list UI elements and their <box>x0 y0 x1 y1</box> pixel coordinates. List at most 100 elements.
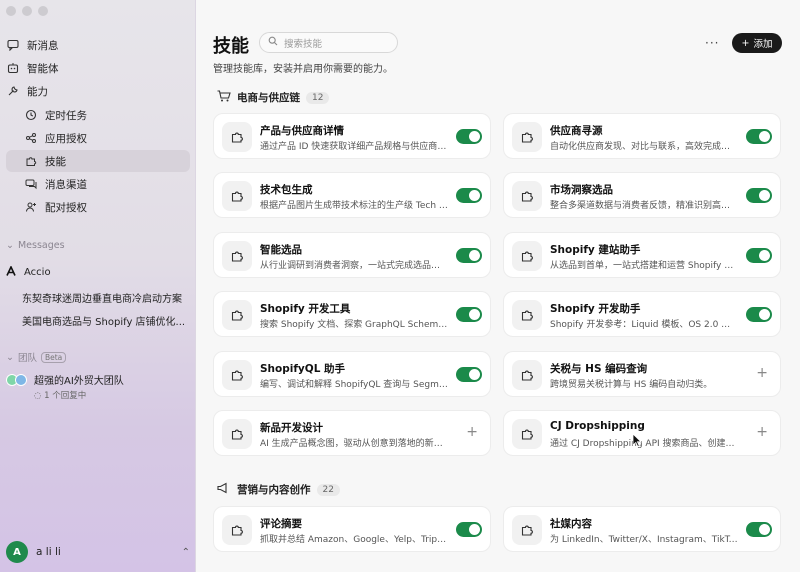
nav-message-channels[interactable]: 消息渠道 <box>6 173 190 195</box>
team-item[interactable]: 超强的AI外贸大团队 ◌ 1 个回复中 <box>6 372 124 401</box>
wrench-icon <box>6 84 20 98</box>
category-header-ecommerce: 电商与供应链 12 <box>217 90 330 105</box>
puzzle-icon <box>222 122 252 152</box>
team-avatar-icon <box>6 374 28 388</box>
chevron-down-icon: ⌄ <box>6 240 14 251</box>
category-count: 22 <box>316 483 340 496</box>
skill-name: 关税与 HS 编码查询 <box>550 363 648 375</box>
skill-enabled-toggle[interactable] <box>456 522 482 537</box>
skill-name: 智能选品 <box>260 244 302 256</box>
team-status: ◌ 1 个回复中 <box>34 391 87 401</box>
skill-card[interactable]: 供应商寻源 自动化供应商发现、对比与联系，高效完成产... <box>503 113 781 159</box>
search-input[interactable]: 搜索技能 <box>259 32 398 53</box>
nav-agents[interactable]: 智能体 <box>6 57 190 79</box>
puzzle-icon <box>512 419 542 449</box>
puzzle-icon <box>24 154 38 168</box>
close-window-button[interactable] <box>6 6 16 16</box>
skill-description: 通过产品 ID 快速获取详细产品规格与供应商信... <box>260 142 448 152</box>
skill-description: 编写、调试和解释 ShopifyQL 查询与 Segmen... <box>260 380 448 390</box>
skill-card[interactable]: 技术包生成 根据产品图片生成带技术标注的生产级 Tech P... <box>213 172 491 218</box>
skill-name: Shopify 开发助手 <box>550 303 641 315</box>
team-name: 超强的AI外贸大团队 <box>34 376 124 387</box>
skill-description: Shopify 开发参考：Liquid 模板、OS 2.0 主题... <box>550 320 738 330</box>
avatar: A <box>6 541 28 563</box>
skill-name: 市场洞察选品 <box>550 184 613 196</box>
skill-enabled-toggle[interactable] <box>746 307 772 322</box>
puzzle-icon <box>222 300 252 330</box>
skill-card[interactable]: 市场洞察选品整合多渠道数据与消费者反馈，精准识别高潜... <box>503 172 781 218</box>
messages-section-header[interactable]: ⌄ Messages <box>6 240 65 251</box>
sidebar: 新消息 智能体 能力 定时任务 应用授权 技能 消息渠道 配对授权 ⌄ Mess… <box>0 0 196 572</box>
nav-label: 应用授权 <box>45 132 87 145</box>
message-item-accio[interactable]: Accio <box>6 264 190 279</box>
skill-card[interactable]: CJ Dropshipping 通过 CJ Dropshipping API 搜索… <box>503 410 781 456</box>
skill-card[interactable]: 新品开发设计 AI 生成产品概念图，驱动从创意到落地的新品... + <box>213 410 491 456</box>
skill-name: 产品与供应商详情 <box>260 125 344 137</box>
skill-card[interactable]: 评论摘要 抓取并总结 Amazon、Google、Yelp、TripAd... <box>213 506 491 552</box>
skill-card[interactable]: 关税与 HS 编码查询跨境贸易关税计算与 HS 编码自动归类。 + <box>503 351 781 397</box>
skill-description: 为 LinkedIn、Twitter/X、Instagram、TikTok... <box>550 535 738 545</box>
nav-label: 能力 <box>27 85 48 98</box>
skill-description: 通过 CJ Dropshipping API 搜索商品、创建订单... <box>550 439 738 449</box>
category-header-marketing: 营销与内容创作 22 <box>217 482 340 497</box>
search-icon <box>268 36 278 49</box>
add-button[interactable]: + 添加 <box>732 33 782 53</box>
install-skill-button[interactable]: + <box>466 424 478 440</box>
nav-skills[interactable]: 技能 <box>6 150 190 172</box>
skill-enabled-toggle[interactable] <box>456 129 482 144</box>
nav-new-messages[interactable]: 新消息 <box>6 34 190 56</box>
cart-icon <box>217 90 231 105</box>
install-skill-button[interactable]: + <box>756 365 768 381</box>
skill-name: ShopifyQL 助手 <box>260 363 346 375</box>
nav-label: 定时任务 <box>45 109 87 122</box>
nav-scheduled-tasks[interactable]: 定时任务 <box>6 104 190 126</box>
team-section-header[interactable]: ⌄ 团队 Beta <box>6 350 67 364</box>
message-item[interactable]: 美国电商选品与 Shopify 店铺优化... <box>22 313 185 328</box>
skill-description: 跨境贸易关税计算与 HS 编码自动归类。 <box>550 380 713 390</box>
skill-enabled-toggle[interactable] <box>456 307 482 322</box>
skill-card[interactable]: 产品与供应商详情通过产品 ID 快速获取详细产品规格与供应商信... <box>213 113 491 159</box>
minimize-window-button[interactable] <box>22 6 32 16</box>
puzzle-icon <box>222 241 252 271</box>
category-count: 12 <box>306 91 330 104</box>
nav-app-auth[interactable]: 应用授权 <box>6 127 190 149</box>
nav-abilities[interactable]: 能力 <box>6 80 190 102</box>
skill-enabled-toggle[interactable] <box>456 367 482 382</box>
skill-name: CJ Dropshipping <box>550 420 645 432</box>
skill-enabled-toggle[interactable] <box>746 248 772 263</box>
skill-card[interactable]: 智能选品 从行业调研到消费者洞察，一站式完成选品与... <box>213 232 491 278</box>
beta-badge: Beta <box>40 351 67 363</box>
install-skill-button[interactable]: + <box>756 424 768 440</box>
nav-pairing-auth[interactable]: 配对授权 <box>6 196 190 218</box>
page-subtitle: 管理技能库，安装并启用你需要的能力。 <box>213 64 393 75</box>
search-placeholder: 搜索技能 <box>284 38 323 50</box>
robot-icon <box>6 61 20 75</box>
skill-enabled-toggle[interactable] <box>456 188 482 203</box>
skill-card[interactable]: Shopify 开发助手 Shopify 开发参考：Liquid 模板、OS 2.… <box>503 291 781 337</box>
message-item[interactable]: 东契奇球迷周边垂直电商冷启动方案 <box>22 290 182 305</box>
more-options-button[interactable]: ··· <box>705 36 719 50</box>
skill-card[interactable]: Shopify 建站助手 从选品到首单，一站式搭建和运营 Shopify 独... <box>503 232 781 278</box>
message-icon <box>6 38 20 52</box>
skill-name: 新品开发设计 <box>260 422 323 434</box>
skill-description: 根据产品图片生成带技术标注的生产级 Tech P... <box>260 201 448 211</box>
user-profile[interactable]: A a li li ⌃ <box>6 540 190 564</box>
puzzle-icon <box>222 360 252 390</box>
nav-label: 新消息 <box>27 39 59 52</box>
skill-description: AI 生成产品概念图，驱动从创意到落地的新品... <box>260 439 448 449</box>
skill-enabled-toggle[interactable] <box>456 248 482 263</box>
nav-label: 智能体 <box>27 62 59 75</box>
skill-card[interactable]: Shopify 开发工具 搜索 Shopify 文档、探索 GraphQL Sch… <box>213 291 491 337</box>
user-pair-icon <box>24 200 38 214</box>
window-controls <box>6 6 48 16</box>
skill-enabled-toggle[interactable] <box>746 522 772 537</box>
skill-card[interactable]: 社媒内容为 LinkedIn、Twitter/X、Instagram、TikTo… <box>503 506 781 552</box>
skill-description: 自动化供应商发现、对比与联系，高效完成产... <box>550 142 738 152</box>
skill-card[interactable]: ShopifyQL 助手编写、调试和解释 ShopifyQL 查询与 Segme… <box>213 351 491 397</box>
skill-enabled-toggle[interactable] <box>746 129 772 144</box>
skill-description: 整合多渠道数据与消费者反馈，精准识别高潜... <box>550 201 738 211</box>
clock-icon <box>24 108 38 122</box>
user-name: a li li <box>36 546 61 558</box>
skill-enabled-toggle[interactable] <box>746 188 772 203</box>
zoom-window-button[interactable] <box>38 6 48 16</box>
